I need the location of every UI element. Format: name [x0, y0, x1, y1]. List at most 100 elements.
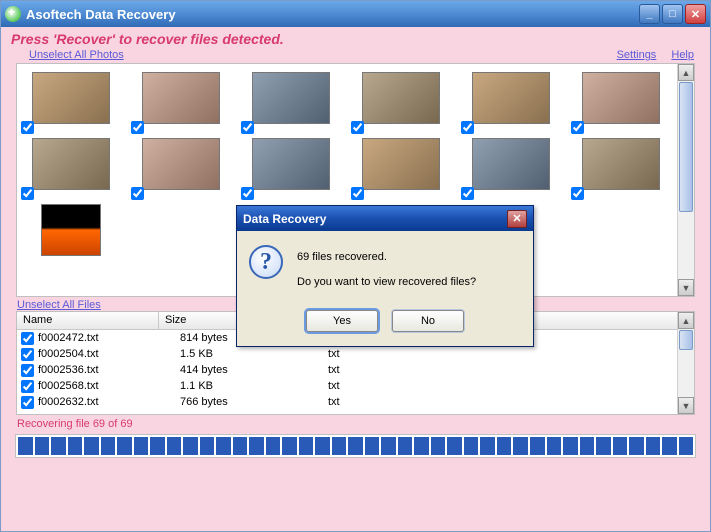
dialog-line2: Do you want to view recovered files? [297, 274, 476, 291]
photo-checkbox[interactable] [571, 187, 584, 200]
file-ext: txt [328, 380, 500, 392]
progress-segment [464, 437, 479, 455]
file-checkbox[interactable] [21, 332, 34, 345]
yes-button[interactable]: Yes [306, 310, 378, 332]
progress-segment [51, 437, 66, 455]
file-scrollbar[interactable]: ▲ ▼ [677, 312, 694, 414]
photo-checkbox[interactable] [461, 121, 474, 134]
photo-item[interactable] [577, 72, 665, 124]
file-name: f0002536.txt [38, 364, 180, 376]
progress-segment [233, 437, 248, 455]
progress-segment [613, 437, 628, 455]
progress-segment [679, 437, 694, 455]
photo-checkbox[interactable] [571, 121, 584, 134]
progress-segment [216, 437, 231, 455]
scroll-down-icon[interactable]: ▼ [678, 397, 694, 414]
photo-item[interactable] [137, 72, 225, 124]
photo-item[interactable] [137, 138, 225, 190]
file-size: 766 bytes [180, 396, 328, 408]
file-ext: txt [328, 348, 500, 360]
no-button[interactable]: No [392, 310, 464, 332]
settings-link[interactable]: Settings [617, 49, 657, 61]
instruction-text: Press 'Recover' to recover files detecte… [1, 27, 710, 49]
dialog: Data Recovery ✕ ? 69 files recovered. Do… [236, 205, 534, 347]
col-header-name[interactable]: Name [17, 312, 159, 329]
progress-segment [629, 437, 644, 455]
photo-item[interactable] [467, 138, 555, 190]
progress-segment [530, 437, 545, 455]
photo-checkbox[interactable] [241, 187, 254, 200]
photo-checkbox[interactable] [351, 121, 364, 134]
progress-segment [183, 437, 198, 455]
progress-segment [315, 437, 330, 455]
photo-checkbox[interactable] [461, 187, 474, 200]
file-name: f0002504.txt [38, 348, 180, 360]
progress-segment [18, 437, 33, 455]
app-icon [5, 6, 21, 22]
progress-segment [662, 437, 677, 455]
minimize-button[interactable]: _ [639, 4, 660, 24]
dialog-body: ? 69 files recovered. Do you want to vie… [237, 231, 533, 310]
close-button[interactable]: ✕ [685, 4, 706, 24]
photo-item[interactable] [27, 72, 115, 124]
app-window: Asoftech Data Recovery _ □ ✕ Press 'Reco… [0, 0, 711, 532]
progress-segment [381, 437, 396, 455]
scroll-thumb[interactable] [679, 82, 693, 212]
file-row[interactable]: f0002536.txt414 bytestxt [17, 362, 694, 378]
scroll-up-icon[interactable]: ▲ [678, 312, 694, 329]
dialog-text: 69 files recovered. Do you want to view … [297, 245, 476, 298]
question-icon: ? [249, 245, 283, 279]
progress-segment [646, 437, 661, 455]
titlebar: Asoftech Data Recovery _ □ ✕ [1, 1, 710, 27]
maximize-button[interactable]: □ [662, 4, 683, 24]
window-title: Asoftech Data Recovery [26, 7, 639, 22]
progress-segment [282, 437, 297, 455]
photo-checkbox[interactable] [131, 121, 144, 134]
progress-bar [15, 434, 696, 458]
photo-checkbox[interactable] [21, 121, 34, 134]
photo-checkbox[interactable] [351, 187, 364, 200]
progress-segment [414, 437, 429, 455]
progress-segment [596, 437, 611, 455]
photo-checkbox[interactable] [131, 187, 144, 200]
dialog-title-text: Data Recovery [243, 212, 326, 226]
photo-item[interactable] [357, 138, 445, 190]
file-ext: txt [328, 364, 500, 376]
progress-segment [431, 437, 446, 455]
progress-segment [200, 437, 215, 455]
file-checkbox[interactable] [21, 348, 34, 361]
progress-segment [513, 437, 528, 455]
unselect-photos-link[interactable]: Unselect All Photos [29, 49, 124, 61]
progress-segment [68, 437, 83, 455]
scroll-up-icon[interactable]: ▲ [678, 64, 694, 81]
photo-scrollbar[interactable]: ▲ ▼ [677, 64, 694, 296]
file-size: 414 bytes [180, 364, 328, 376]
file-checkbox[interactable] [21, 364, 34, 377]
progress-segment [480, 437, 495, 455]
photo-checkbox[interactable] [21, 187, 34, 200]
file-name: f0002632.txt [38, 396, 180, 408]
photo-item[interactable] [357, 72, 445, 124]
scroll-down-icon[interactable]: ▼ [678, 279, 694, 296]
photo-item[interactable] [27, 204, 115, 256]
photo-checkbox[interactable] [241, 121, 254, 134]
photo-item[interactable] [247, 138, 335, 190]
progress-segment [35, 437, 50, 455]
help-link[interactable]: Help [671, 49, 694, 61]
photo-item[interactable] [467, 72, 555, 124]
photo-item[interactable] [247, 72, 335, 124]
dialog-close-button[interactable]: ✕ [507, 210, 527, 228]
dialog-titlebar: Data Recovery ✕ [237, 206, 533, 231]
file-checkbox[interactable] [21, 396, 34, 409]
scroll-thumb[interactable] [679, 330, 693, 350]
progress-segment [299, 437, 314, 455]
progress-segment [497, 437, 512, 455]
progress-segment [167, 437, 182, 455]
file-row[interactable]: f0002504.txt1.5 KBtxt [17, 346, 694, 362]
photo-item[interactable] [27, 138, 115, 190]
unselect-files-link[interactable]: Unselect All Files [17, 299, 101, 311]
photo-item[interactable] [577, 138, 665, 190]
file-checkbox[interactable] [21, 380, 34, 393]
file-row[interactable]: f0002568.txt1.1 KBtxt [17, 378, 694, 394]
file-row[interactable]: f0002632.txt766 bytestxt [17, 394, 694, 410]
